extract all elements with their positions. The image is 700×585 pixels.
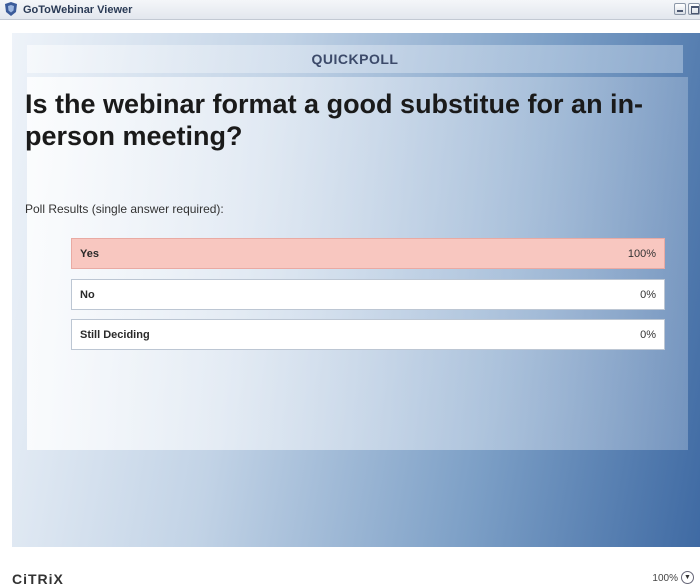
minimize-icon[interactable] bbox=[674, 3, 686, 15]
maximize-icon[interactable] bbox=[688, 3, 700, 15]
status-bar: CiTRiX 100% ▼ bbox=[0, 547, 700, 585]
quickpoll-title: QUICKPOLL bbox=[311, 51, 399, 67]
citrix-logo: CiTRiX bbox=[12, 571, 64, 585]
quickpoll-header: QUICKPOLL bbox=[27, 45, 683, 73]
option-label: Yes bbox=[80, 247, 99, 260]
poll-option-no: No 0% bbox=[71, 279, 665, 310]
viewer-window: GoToWebinar Viewer QUICKPOLL Is the webi… bbox=[0, 0, 700, 585]
option-label: No bbox=[80, 288, 95, 301]
option-percent: 0% bbox=[640, 328, 656, 341]
option-percent: 100% bbox=[627, 247, 656, 260]
zoom-level: 100% bbox=[652, 573, 678, 584]
poll-subtitle: Poll Results (single answer required): bbox=[25, 202, 224, 216]
option-label: Still Deciding bbox=[80, 328, 150, 341]
window-controls bbox=[674, 3, 700, 15]
option-percent: 0% bbox=[640, 288, 656, 301]
poll-question: Is the webinar format a good substitue f… bbox=[25, 89, 644, 151]
gotowebinar-app-icon bbox=[5, 2, 17, 16]
window-title: GoToWebinar Viewer bbox=[23, 4, 133, 16]
poll-option-still-deciding: Still Deciding 0% bbox=[71, 319, 665, 350]
chevron-down-icon[interactable]: ▼ bbox=[681, 571, 694, 584]
poll-option-yes: Yes 100% bbox=[71, 238, 665, 269]
title-bar: GoToWebinar Viewer bbox=[0, 0, 700, 20]
